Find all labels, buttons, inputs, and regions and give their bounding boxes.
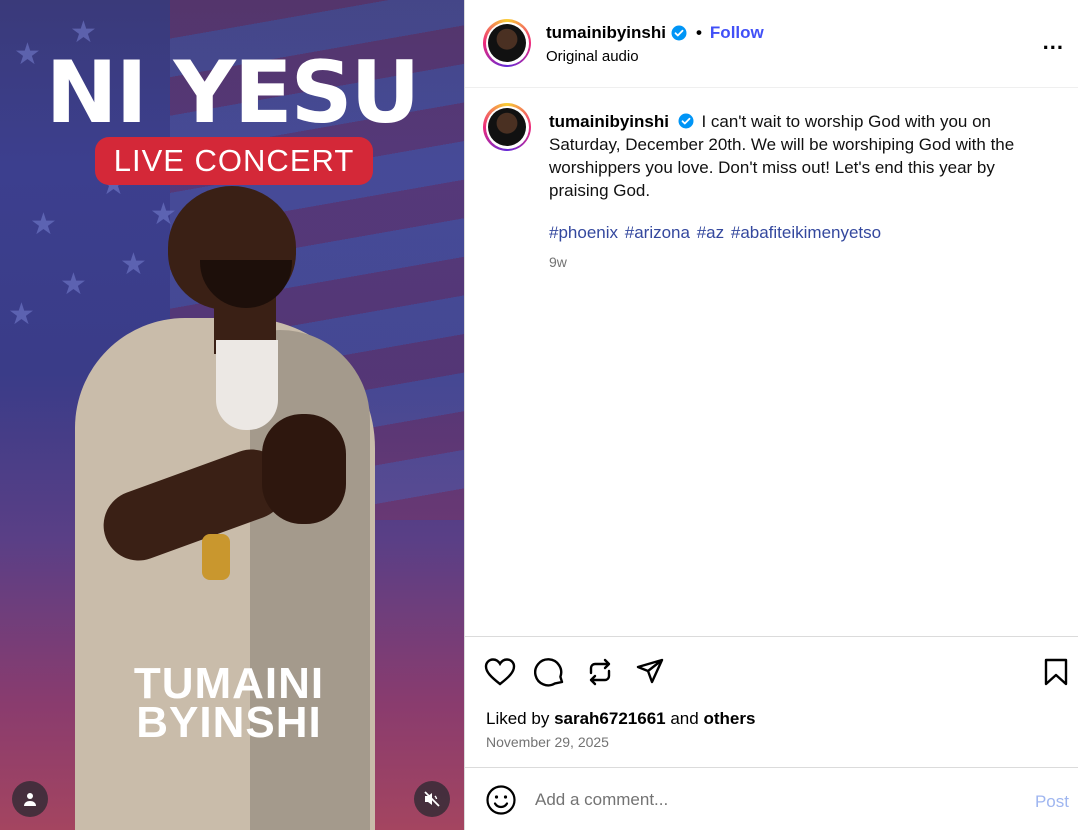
person-icon (24, 793, 36, 806)
comment-bar: Post (465, 767, 1078, 830)
poster-title: NI YESU (45, 43, 421, 143)
post-media[interactable]: ★ ★ ★ ★ ★ ★ ★ ★ NI YESU LIVE CONCERT TUM… (0, 0, 464, 830)
likes-others-link[interactable]: others (703, 709, 755, 728)
hashtag-link[interactable]: #phoenix (549, 223, 618, 242)
post-date[interactable]: November 29, 2025 (486, 734, 609, 750)
post-age[interactable]: 9w (549, 254, 567, 270)
poster-artist-last: BYINSHI (136, 698, 322, 747)
post-header: tumainibyinshi • Follow Original audio .… (465, 0, 1078, 88)
hashtag-link[interactable]: #arizona (625, 223, 690, 242)
caption-avatar[interactable] (483, 103, 531, 151)
likes-summary: Liked by sarah6721661 and others (486, 709, 755, 729)
repost-button[interactable] (583, 655, 617, 689)
actions-bar: Liked by sarah6721661 and others Novembe… (465, 636, 1078, 767)
speaker-muted-icon (424, 791, 440, 807)
emoji-button[interactable] (485, 784, 517, 816)
avatar[interactable] (483, 19, 531, 67)
poster-subtitle-pill: LIVE CONCERT (95, 137, 373, 185)
liker-username[interactable]: sarah6721661 (554, 709, 666, 728)
likes-prefix: Liked by (486, 709, 550, 728)
caption-hashtags: #phoenix #arizona #az #abafiteikimenyets… (549, 223, 883, 243)
emoji-icon (486, 785, 516, 815)
separator-dot: • (695, 23, 702, 42)
comment-input[interactable] (535, 786, 1005, 814)
post-comment-button[interactable]: Post (1035, 792, 1069, 812)
hashtag-link[interactable]: #abafiteikimenyetso (731, 223, 881, 242)
mute-toggle-button[interactable] (414, 781, 450, 817)
caption-username[interactable]: tumainibyinshi (549, 112, 669, 131)
hashtag-link[interactable]: #az (697, 223, 724, 242)
repost-icon (589, 658, 611, 686)
verified-badge-icon (678, 113, 694, 129)
post-details-panel: tumainibyinshi • Follow Original audio .… (464, 0, 1078, 830)
comment-bubble-icon (534, 658, 564, 687)
follow-button[interactable]: Follow (710, 23, 764, 43)
share-button[interactable] (633, 655, 667, 689)
like-button[interactable] (483, 655, 517, 689)
comment-button[interactable] (533, 655, 567, 689)
send-icon (636, 658, 664, 684)
caption-text-block: tumainibyinshi I can't wait to worship G… (549, 110, 1049, 202)
verified-badge-icon (671, 25, 687, 41)
likes-middle: and (670, 709, 699, 728)
heart-icon (484, 658, 516, 686)
more-options-icon[interactable]: ... (1043, 31, 1064, 53)
bookmark-icon (1044, 658, 1068, 686)
save-button[interactable] (1039, 655, 1073, 689)
tagged-users-button[interactable] (12, 781, 48, 817)
author-username[interactable]: tumainibyinshi (546, 23, 666, 43)
audio-label[interactable]: Original audio (546, 48, 639, 65)
